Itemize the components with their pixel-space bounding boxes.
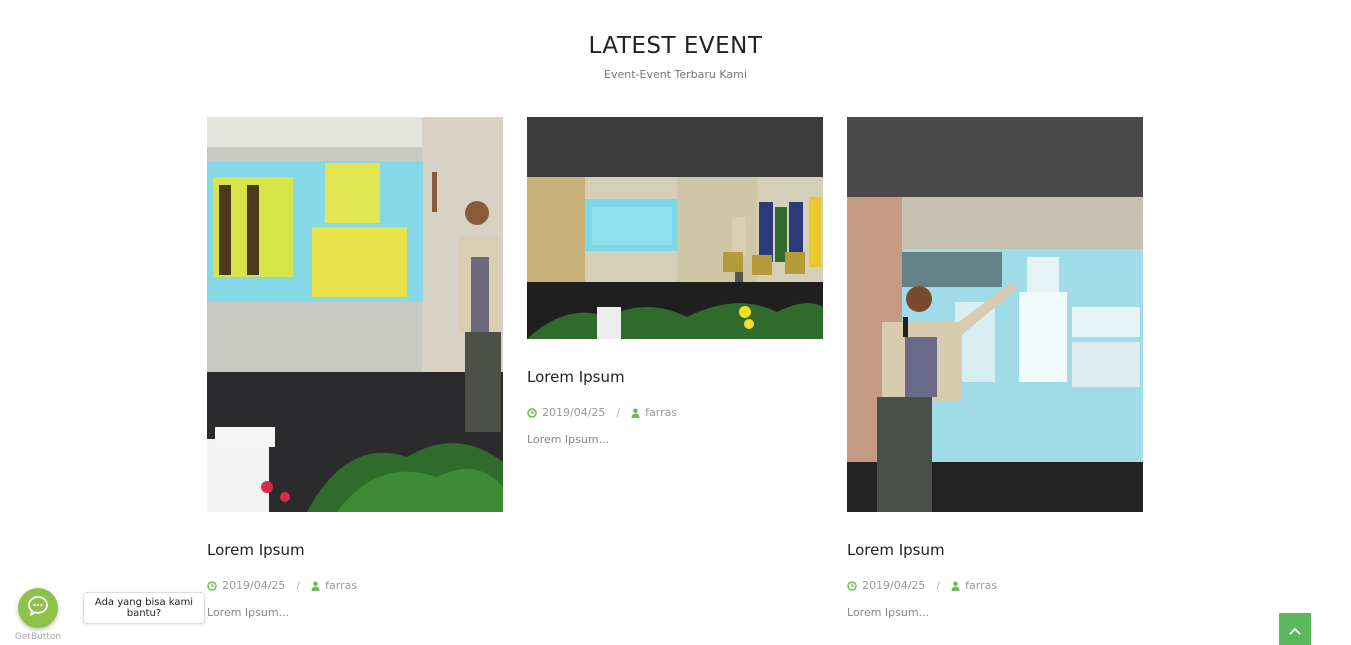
event-meta: 2019/04/25 / farras bbox=[847, 579, 1143, 592]
event-date: 2019/04/25 bbox=[542, 406, 606, 419]
clock-icon bbox=[207, 580, 217, 591]
user-icon bbox=[631, 408, 640, 418]
chevron-up-icon bbox=[1289, 620, 1301, 639]
event-title[interactable]: Lorem Ipsum bbox=[207, 541, 503, 559]
event-title[interactable]: Lorem Ipsum bbox=[527, 368, 823, 386]
event-photo[interactable] bbox=[207, 117, 503, 512]
event-card: Lorem Ipsum 2019/04/25 / farras Lorem Ip… bbox=[207, 117, 503, 619]
meta-separator: / bbox=[936, 579, 941, 592]
clock-icon bbox=[847, 580, 857, 591]
event-photo[interactable] bbox=[847, 117, 1143, 512]
whatsapp-chat-icon bbox=[27, 595, 49, 621]
whatsapp-chat-button[interactable] bbox=[18, 588, 58, 628]
clock-icon bbox=[527, 407, 537, 418]
meta-separator: / bbox=[616, 406, 621, 419]
page: LATEST EVENT Event-Event Terbaru Kami Lo… bbox=[0, 0, 1351, 645]
event-photo[interactable] bbox=[527, 117, 823, 339]
getbutton-brand-label[interactable]: GetButton bbox=[0, 632, 76, 642]
event-meta: 2019/04/25 / farras bbox=[527, 406, 823, 419]
event-excerpt: Lorem Ipsum... bbox=[527, 433, 610, 446]
user-icon bbox=[951, 581, 960, 591]
event-card: Lorem Ipsum 2019/04/25 / farras Lorem Ip… bbox=[527, 117, 823, 446]
event-date: 2019/04/25 bbox=[222, 579, 286, 592]
event-excerpt: Lorem Ipsum... bbox=[847, 606, 930, 619]
section-subtitle: Event-Event Terbaru Kami bbox=[604, 68, 747, 81]
event-excerpt: Lorem Ipsum... bbox=[207, 606, 290, 619]
section-title: LATEST EVENT bbox=[588, 33, 763, 59]
user-icon bbox=[311, 581, 320, 591]
event-title[interactable]: Lorem Ipsum bbox=[847, 541, 1143, 559]
scroll-to-top-button[interactable] bbox=[1279, 613, 1311, 645]
chat-tooltip[interactable]: Ada yang bisa kami bantu? bbox=[83, 592, 205, 624]
event-author[interactable]: farras bbox=[325, 579, 357, 592]
meta-separator: / bbox=[296, 579, 301, 592]
event-card: Lorem Ipsum 2019/04/25 / farras Lorem Ip… bbox=[847, 117, 1143, 619]
event-meta: 2019/04/25 / farras bbox=[207, 579, 503, 592]
event-author[interactable]: farras bbox=[965, 579, 997, 592]
event-date: 2019/04/25 bbox=[862, 579, 926, 592]
event-author[interactable]: farras bbox=[645, 406, 677, 419]
